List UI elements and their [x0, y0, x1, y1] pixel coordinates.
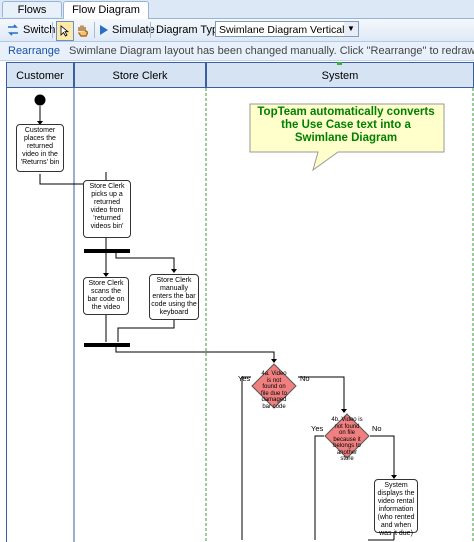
- yes-label: Yes: [311, 424, 324, 433]
- decision-text: 4a. Video is not found on file due to da…: [260, 371, 288, 410]
- tab-flow-diagram[interactable]: Flow Diagram: [63, 1, 149, 19]
- activity-customer-places-video[interactable]: Customer places the returned video in th…: [16, 124, 64, 172]
- decision-damaged-barcode[interactable]: 4a. Video is not found on file due to da…: [251, 363, 297, 410]
- switch-icon: [8, 24, 18, 36]
- swimlane-diagram: Customer Store Clerk System TopTeam auto…: [6, 62, 474, 542]
- toolbar-separator: [52, 22, 53, 38]
- activity-system-displays-rental-info[interactable]: System displays the video rental informa…: [374, 479, 418, 537]
- activity-clerk-enters-barcode[interactable]: Store Clerk manually enters the bar code…: [149, 274, 199, 320]
- diagram-type-value: Swimlane Diagram Vertical: [219, 24, 345, 36]
- decision-other-store[interactable]: 4b. Video is not found on file because i…: [324, 413, 370, 462]
- pointer-tool-button[interactable]: [56, 21, 74, 41]
- callout-text: TopTeam automatically converts the Use C…: [257, 106, 435, 144]
- tab-flows[interactable]: Flows: [2, 1, 62, 17]
- simulate-label: Simulate: [112, 24, 155, 36]
- activity-clerk-picks-up-video[interactable]: Store Clerk picks up a returned video fr…: [83, 180, 131, 238]
- no-label: No: [372, 424, 382, 433]
- toolbar: Switch Simulate Diagram Type: Swimlane D…: [0, 19, 474, 42]
- diagram-type-select[interactable]: Swimlane Diagram Vertical ▼: [215, 21, 359, 37]
- play-icon: [100, 25, 108, 35]
- toolbar-separator: [150, 22, 151, 38]
- info-bar: Rearrange Swimlane Diagram layout has be…: [0, 42, 474, 61]
- simulate-button[interactable]: Simulate: [99, 21, 155, 39]
- info-message: Swimlane Diagram layout has been changed…: [69, 45, 474, 57]
- activity-clerk-scans-barcode[interactable]: Store Clerk scans the bar code on the vi…: [83, 277, 129, 315]
- chevron-down-icon[interactable]: ▼: [344, 22, 358, 36]
- no-label: No: [300, 374, 310, 383]
- decision-text: 4b. Video is not found on file because i…: [331, 417, 363, 462]
- toolbar-separator: [94, 22, 95, 38]
- pointer-icon: [60, 25, 70, 37]
- switch-label: Switch: [23, 24, 56, 36]
- tab-bar: Flows Flow Diagram: [0, 0, 474, 19]
- switch-button[interactable]: Switch: [6, 21, 55, 39]
- yes-label: Yes: [238, 374, 251, 383]
- hand-icon: [77, 25, 89, 37]
- rearrange-link[interactable]: Rearrange: [8, 45, 60, 57]
- pan-tool-button[interactable]: [76, 21, 90, 39]
